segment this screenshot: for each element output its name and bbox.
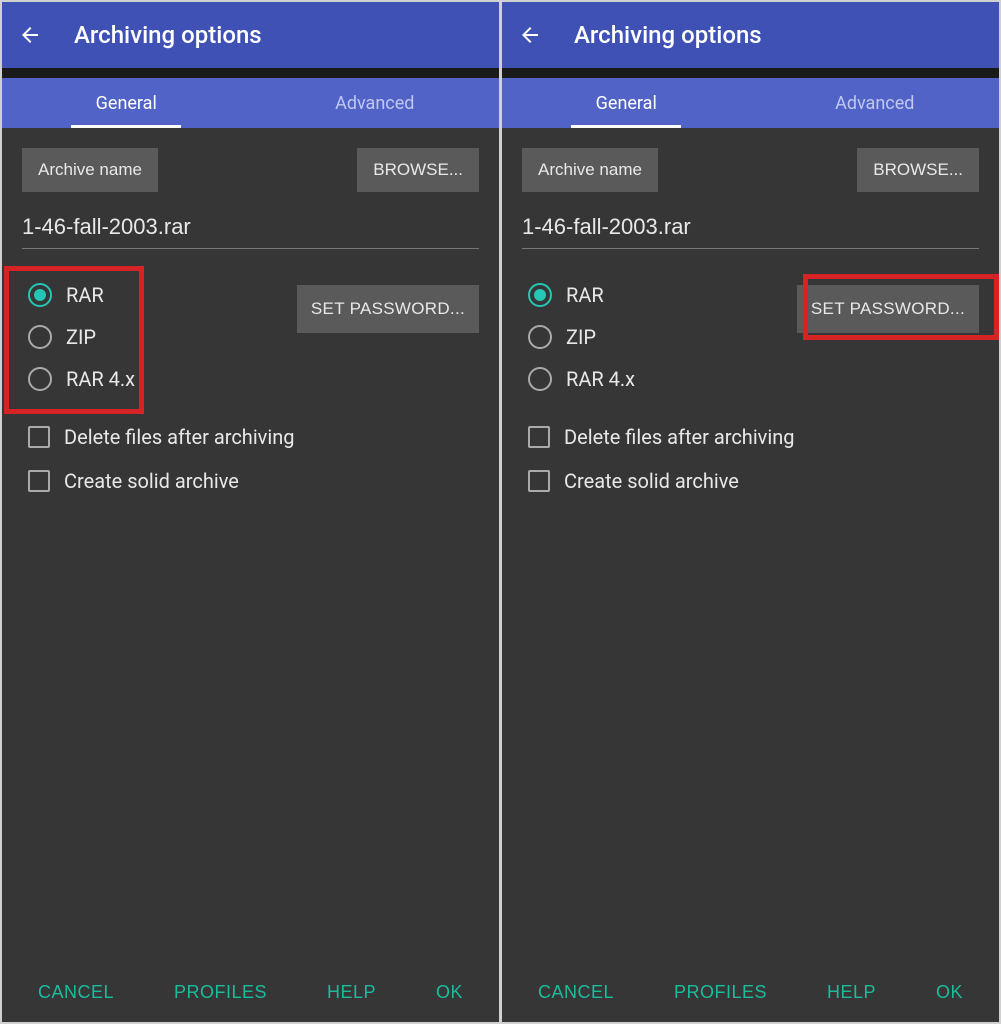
footer: CANCEL PROFILES HELP OK bbox=[502, 962, 999, 1022]
browse-button[interactable]: BROWSE... bbox=[857, 148, 979, 192]
radio-zip[interactable]: ZIP bbox=[528, 325, 635, 349]
content: Archive name BROWSE... RAR ZIP RAR 4.x S… bbox=[2, 128, 499, 962]
format-row: RAR ZIP RAR 4.x SET PASSWORD... bbox=[522, 277, 979, 397]
radio-icon bbox=[28, 325, 52, 349]
check-label: Create solid archive bbox=[564, 469, 739, 493]
filename-input[interactable] bbox=[22, 210, 479, 249]
content: Archive name BROWSE... RAR ZIP RAR 4.x S… bbox=[502, 128, 999, 962]
help-button[interactable]: HELP bbox=[327, 982, 376, 1003]
checkbox-icon bbox=[528, 470, 550, 492]
archive-name-button[interactable]: Archive name bbox=[22, 148, 158, 192]
format-radios: RAR ZIP RAR 4.x bbox=[522, 277, 641, 397]
tab-advanced[interactable]: Advanced bbox=[251, 78, 500, 128]
check-delete-after[interactable]: Delete files after archiving bbox=[528, 425, 979, 449]
set-password-button[interactable]: SET PASSWORD... bbox=[797, 285, 979, 333]
checkbox-icon bbox=[28, 426, 50, 448]
help-button[interactable]: HELP bbox=[827, 982, 876, 1003]
check-label: Delete files after archiving bbox=[564, 425, 795, 449]
radio-label: RAR 4.x bbox=[566, 367, 635, 391]
checkbox-icon bbox=[28, 470, 50, 492]
set-password-button[interactable]: SET PASSWORD... bbox=[297, 285, 479, 333]
footer: CANCEL PROFILES HELP OK bbox=[2, 962, 499, 1022]
archive-name-row: Archive name BROWSE... bbox=[22, 148, 479, 192]
tab-advanced[interactable]: Advanced bbox=[751, 78, 1000, 128]
radio-label: RAR bbox=[66, 283, 104, 307]
radio-rar[interactable]: RAR bbox=[28, 283, 135, 307]
radio-rar4x[interactable]: RAR 4.x bbox=[528, 367, 635, 391]
radio-icon bbox=[28, 367, 52, 391]
profiles-button[interactable]: PROFILES bbox=[674, 982, 767, 1003]
browse-button[interactable]: BROWSE... bbox=[357, 148, 479, 192]
ok-button[interactable]: OK bbox=[436, 982, 463, 1003]
appbar-title: Archiving options bbox=[574, 21, 762, 49]
radio-label: ZIP bbox=[66, 325, 96, 349]
radio-icon bbox=[28, 283, 52, 307]
appbar: Archiving options bbox=[2, 2, 499, 68]
radio-zip[interactable]: ZIP bbox=[28, 325, 135, 349]
archive-name-row: Archive name BROWSE... bbox=[522, 148, 979, 192]
ok-button[interactable]: OK bbox=[936, 982, 963, 1003]
checks: Delete files after archiving Create soli… bbox=[22, 425, 479, 493]
radio-label: RAR 4.x bbox=[66, 367, 135, 391]
radio-label: RAR bbox=[566, 283, 604, 307]
radio-icon bbox=[528, 367, 552, 391]
check-label: Create solid archive bbox=[64, 469, 239, 493]
tab-general[interactable]: General bbox=[2, 78, 251, 128]
checks: Delete files after archiving Create soli… bbox=[522, 425, 979, 493]
radio-icon bbox=[528, 325, 552, 349]
check-label: Delete files after archiving bbox=[64, 425, 295, 449]
check-delete-after[interactable]: Delete files after archiving bbox=[28, 425, 479, 449]
cancel-button[interactable]: CANCEL bbox=[538, 982, 614, 1003]
status-strip bbox=[502, 68, 999, 78]
tabs: General Advanced bbox=[502, 78, 999, 128]
appbar-title: Archiving options bbox=[74, 21, 262, 49]
radio-rar[interactable]: RAR bbox=[528, 283, 635, 307]
tabs: General Advanced bbox=[2, 78, 499, 128]
archive-name-button[interactable]: Archive name bbox=[522, 148, 658, 192]
filename-input[interactable] bbox=[522, 210, 979, 249]
tab-general[interactable]: General bbox=[502, 78, 751, 128]
checkbox-icon bbox=[528, 426, 550, 448]
back-arrow-icon[interactable] bbox=[18, 23, 42, 47]
appbar: Archiving options bbox=[502, 2, 999, 68]
radio-icon bbox=[528, 283, 552, 307]
cancel-button[interactable]: CANCEL bbox=[38, 982, 114, 1003]
status-strip bbox=[2, 68, 499, 78]
check-solid[interactable]: Create solid archive bbox=[528, 469, 979, 493]
left-pane: Archiving options General Advanced Archi… bbox=[2, 2, 499, 1022]
format-radios: RAR ZIP RAR 4.x bbox=[22, 277, 141, 397]
radio-rar4x[interactable]: RAR 4.x bbox=[28, 367, 135, 391]
format-row: RAR ZIP RAR 4.x SET PASSWORD... bbox=[22, 277, 479, 397]
profiles-button[interactable]: PROFILES bbox=[174, 982, 267, 1003]
radio-label: ZIP bbox=[566, 325, 596, 349]
right-pane: Archiving options General Advanced Archi… bbox=[502, 2, 999, 1022]
check-solid[interactable]: Create solid archive bbox=[28, 469, 479, 493]
back-arrow-icon[interactable] bbox=[518, 23, 542, 47]
